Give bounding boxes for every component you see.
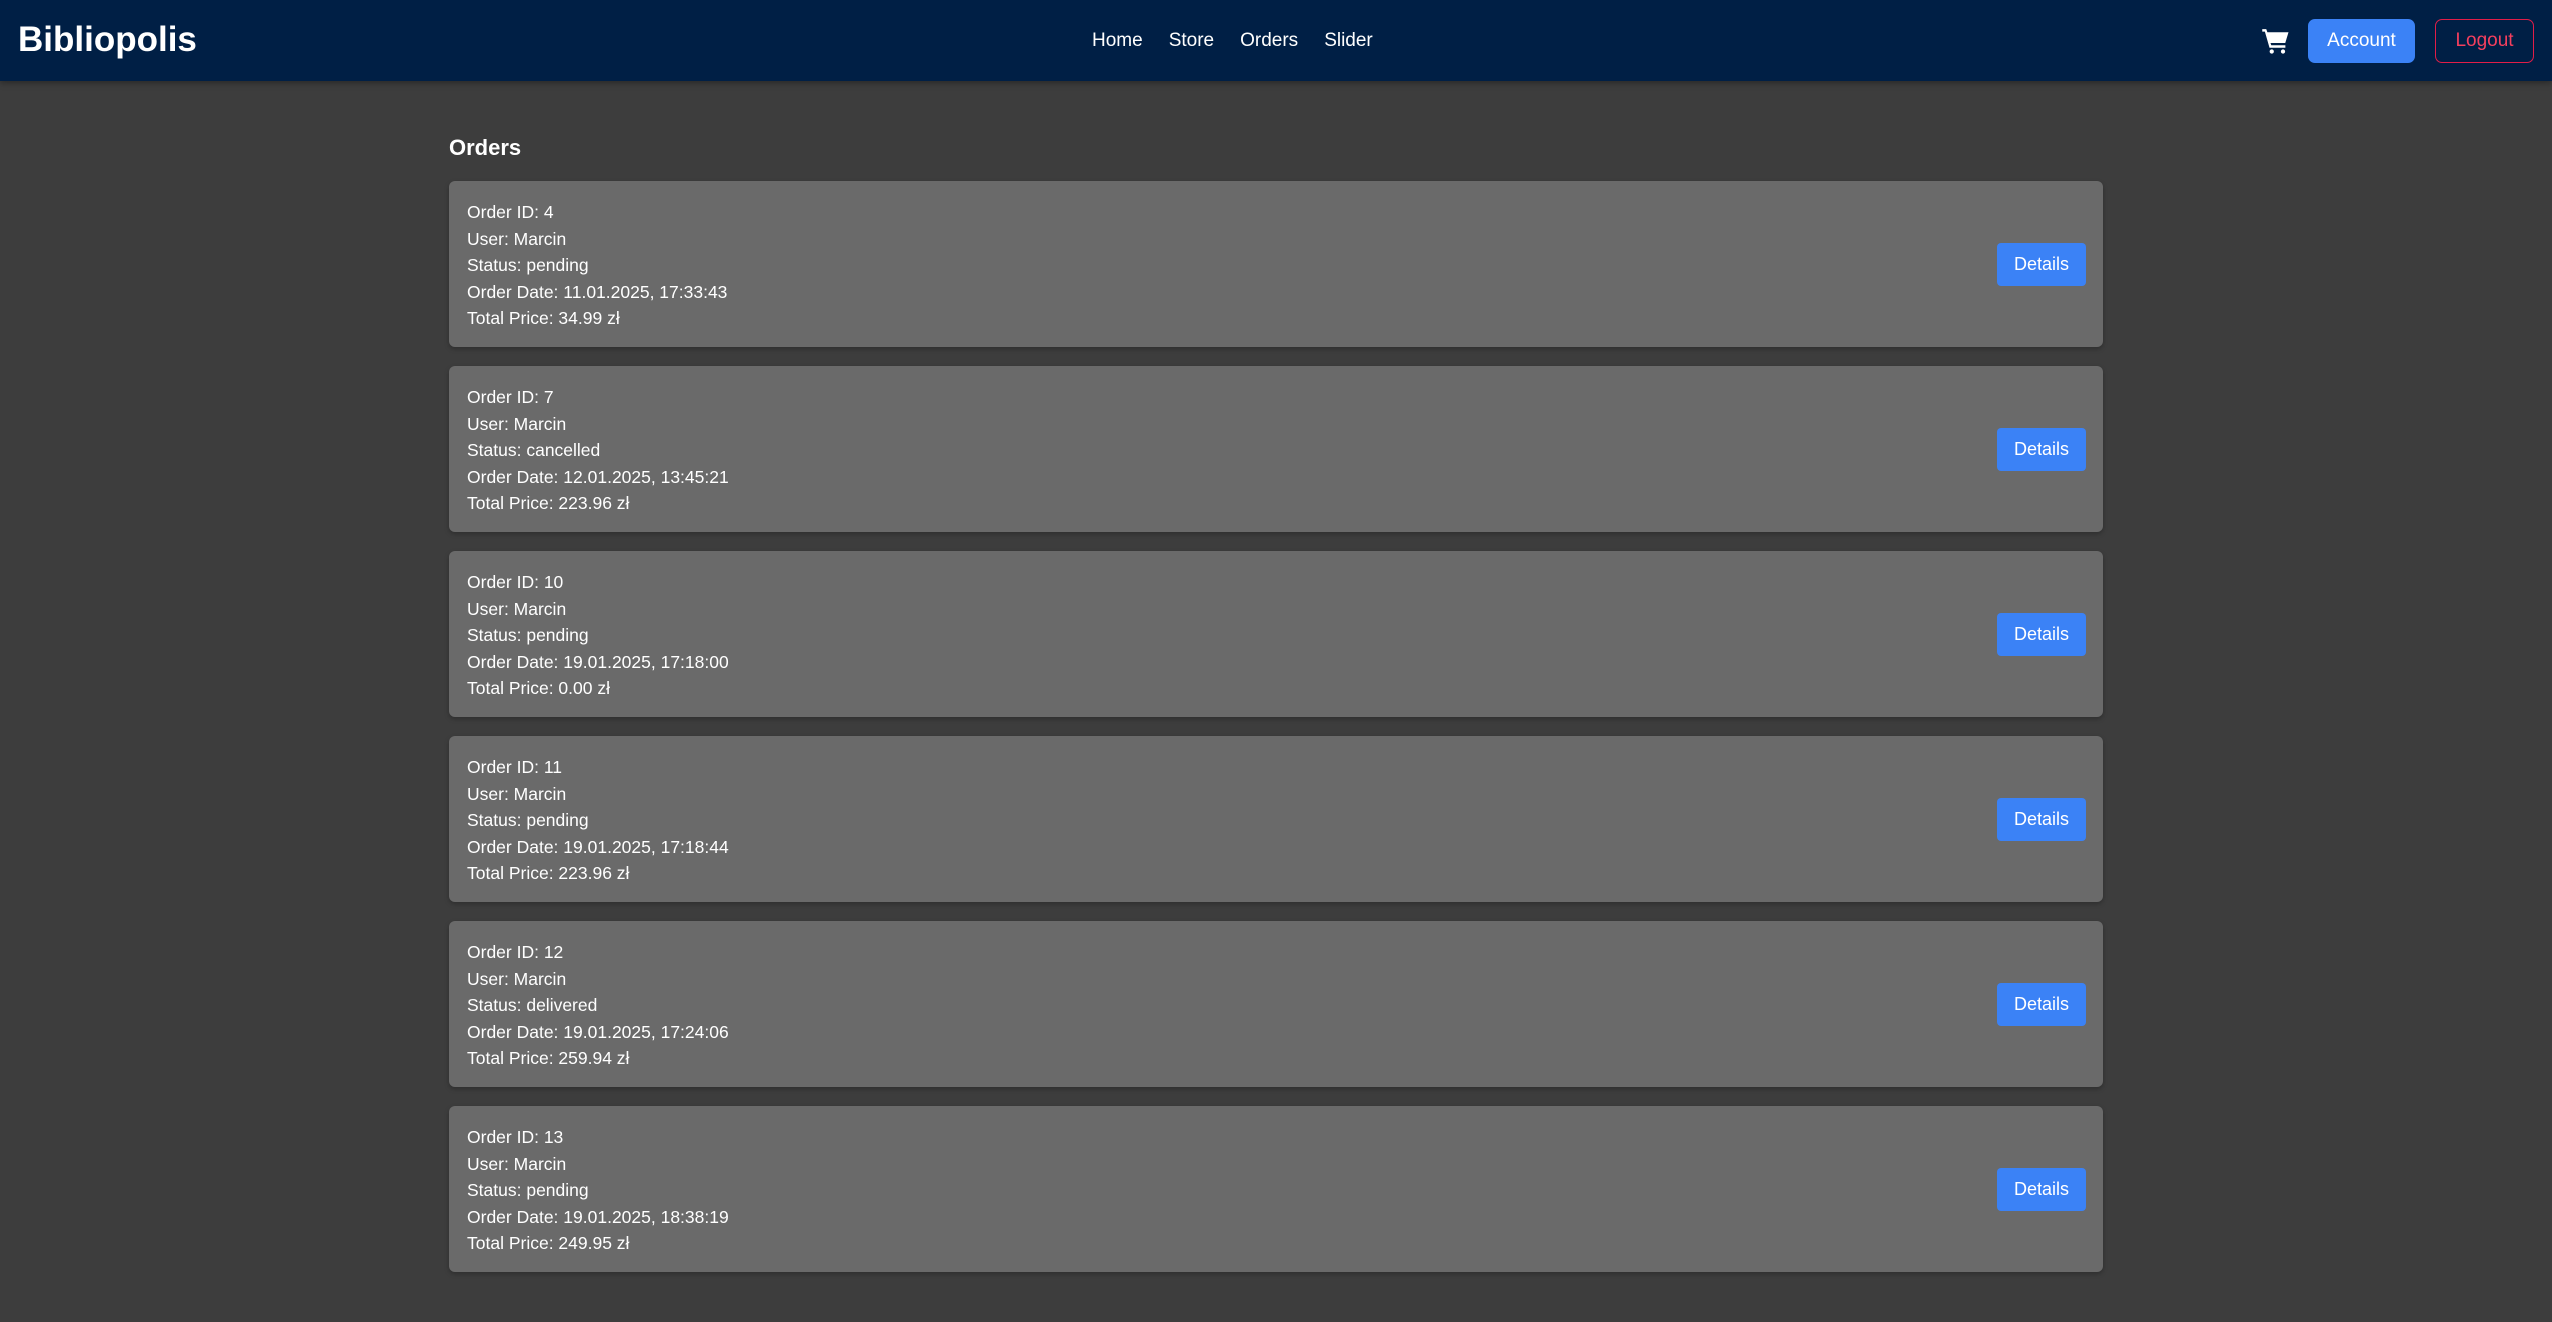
- nav-actions: Account Logout: [2261, 0, 2534, 81]
- order-id: Order ID: 10: [467, 572, 564, 592]
- order-date: Order Date: 19.01.2025, 17:18:00: [467, 651, 729, 672]
- order-details-button[interactable]: Details: [1997, 428, 2086, 471]
- order-card: Order ID: 10 User: Marcin Status: pendin…: [449, 551, 2103, 717]
- order-card: Order ID: 11 User: Marcin Status: pendin…: [449, 736, 2103, 902]
- order-id: Order ID: 7: [467, 387, 554, 407]
- order-user: User: Marcin: [467, 968, 567, 989]
- order-date: Order Date: 19.01.2025, 17:18:44: [467, 836, 729, 857]
- order-date: Order Date: 19.01.2025, 17:24:06: [467, 1021, 729, 1042]
- nav-link-home[interactable]: Home: [1092, 30, 1143, 52]
- order-details-button[interactable]: Details: [1997, 613, 2086, 656]
- order-details-button[interactable]: Details: [1997, 243, 2086, 286]
- order-status: Status: pending: [467, 810, 589, 830]
- order-id: Order ID: 4: [467, 202, 554, 222]
- order-id: Order ID: 11: [467, 757, 562, 777]
- order-details-button[interactable]: Details: [1997, 798, 2086, 841]
- nav-link-store[interactable]: Store: [1169, 30, 1214, 52]
- order-user: User: Marcin: [467, 598, 567, 619]
- order-info: Order ID: 13 User: Marcin Status: pendin…: [467, 1124, 729, 1257]
- order-info: Order ID: 4 User: Marcin Status: pending…: [467, 199, 727, 332]
- order-card: Order ID: 4 User: Marcin Status: pending…: [449, 181, 2103, 347]
- order-status: Status: pending: [467, 1180, 589, 1200]
- order-date: Order Date: 12.01.2025, 13:45:21: [467, 466, 729, 487]
- main-nav: Home Store Orders Slider: [1092, 0, 1399, 81]
- order-total-price: Total Price: 0.00 zł: [467, 678, 610, 698]
- account-button[interactable]: Account: [2308, 18, 2415, 63]
- logout-button[interactable]: Logout: [2435, 18, 2534, 63]
- order-total-price: Total Price: 259.94 zł: [467, 1048, 630, 1068]
- brand-logo[interactable]: Bibliopolis: [18, 17, 197, 63]
- order-status: Status: cancelled: [467, 440, 601, 460]
- order-date: Order Date: 19.01.2025, 18:38:19: [467, 1206, 729, 1227]
- order-status: Status: pending: [467, 255, 589, 275]
- order-details-button[interactable]: Details: [1997, 983, 2086, 1026]
- order-total-price: Total Price: 34.99 zł: [467, 308, 620, 328]
- nav-link-orders[interactable]: Orders: [1240, 30, 1298, 52]
- shopping-cart-icon[interactable]: [2261, 26, 2291, 56]
- order-info: Order ID: 7 User: Marcin Status: cancell…: [467, 384, 729, 517]
- top-navbar: Bibliopolis Home Store Orders Slider Acc…: [0, 0, 2552, 81]
- order-card: Order ID: 7 User: Marcin Status: cancell…: [449, 366, 2103, 532]
- order-id: Order ID: 13: [467, 1127, 564, 1147]
- page-title: Orders: [449, 135, 522, 160]
- order-status: Status: delivered: [467, 995, 598, 1015]
- order-user: User: Marcin: [467, 783, 567, 804]
- order-card: Order ID: 13 User: Marcin Status: pendin…: [449, 1106, 2103, 1272]
- order-card: Order ID: 12 User: Marcin Status: delive…: [449, 921, 2103, 1087]
- order-user: User: Marcin: [467, 1153, 567, 1174]
- order-info: Order ID: 12 User: Marcin Status: delive…: [467, 939, 729, 1072]
- orders-section: Orders Order ID: 4 User: Marcin Status: …: [449, 132, 2103, 1291]
- nav-link-slider[interactable]: Slider: [1324, 30, 1373, 52]
- order-total-price: Total Price: 249.95 zł: [467, 1233, 630, 1253]
- order-details-button[interactable]: Details: [1997, 1168, 2086, 1211]
- order-user: User: Marcin: [467, 413, 567, 434]
- order-total-price: Total Price: 223.96 zł: [467, 863, 630, 883]
- order-info: Order ID: 11 User: Marcin Status: pendin…: [467, 754, 729, 887]
- order-info: Order ID: 10 User: Marcin Status: pendin…: [467, 569, 729, 702]
- order-status: Status: pending: [467, 625, 589, 645]
- order-id: Order ID: 12: [467, 942, 564, 962]
- order-date: Order Date: 11.01.2025, 17:33:43: [467, 281, 728, 302]
- order-total-price: Total Price: 223.96 zł: [467, 493, 630, 513]
- order-user: User: Marcin: [467, 228, 567, 249]
